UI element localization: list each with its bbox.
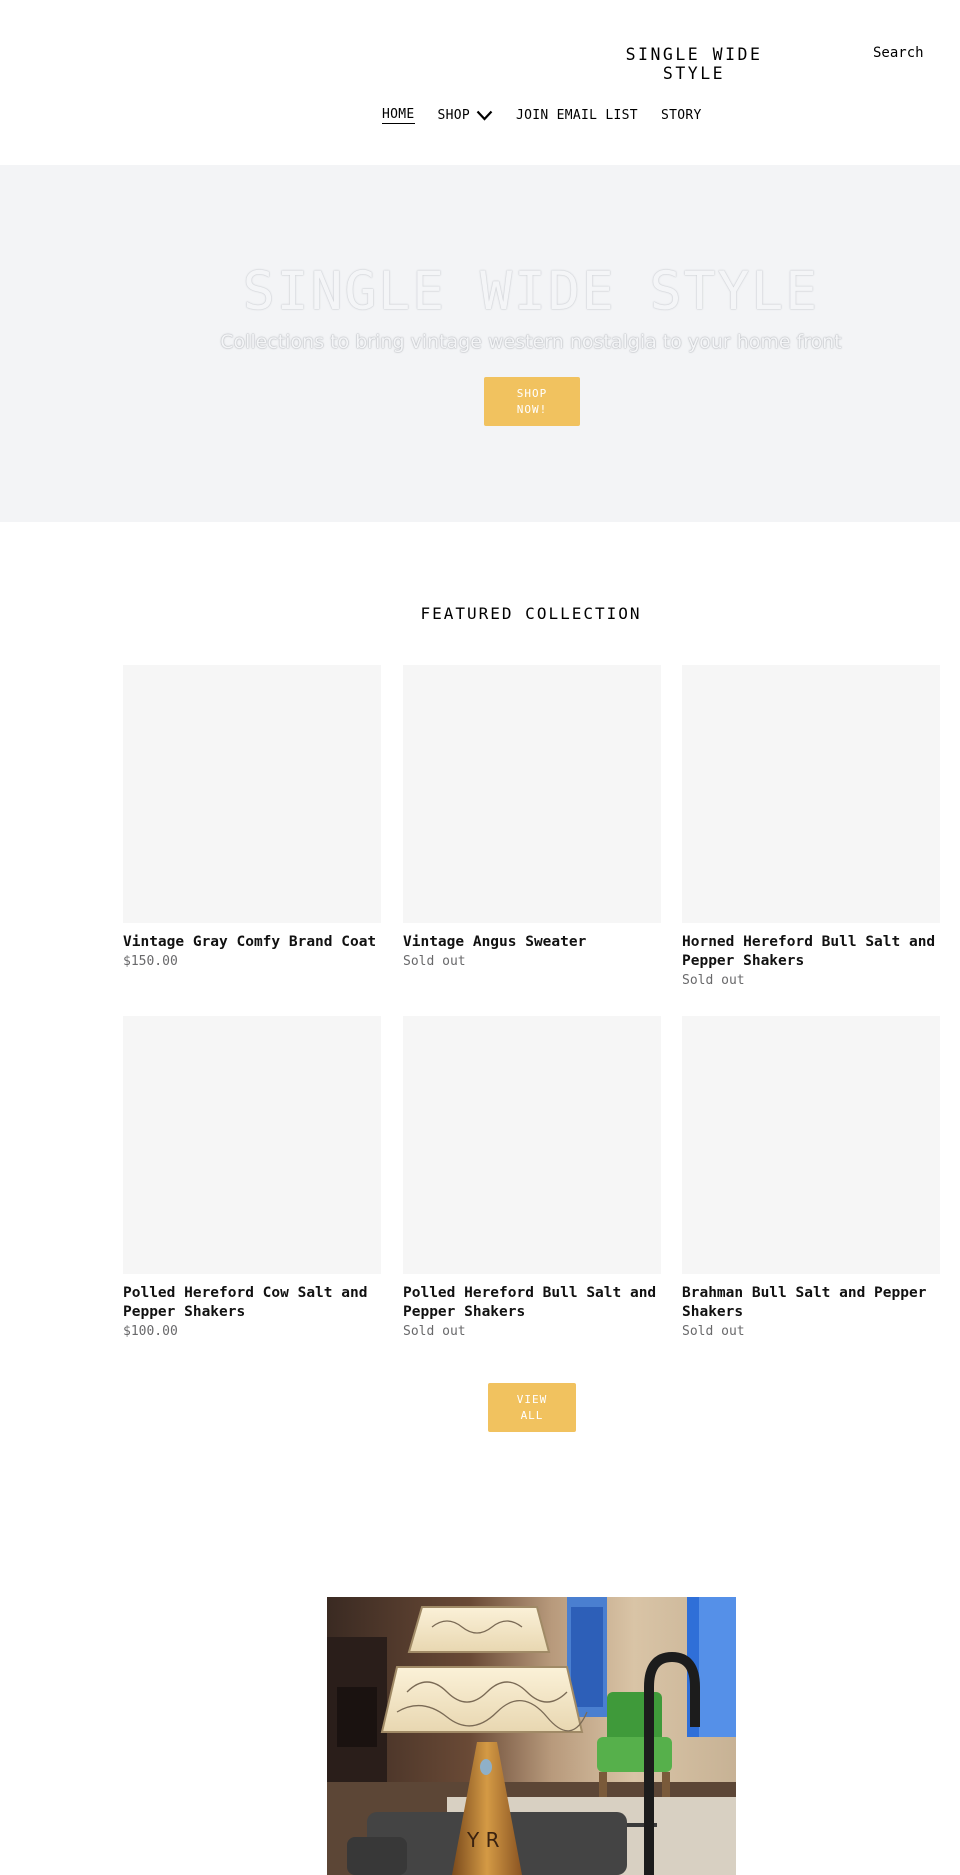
- site-header: SINGLE WIDE STYLE Search HOME SHOP JOIN …: [0, 0, 960, 165]
- lamp-photo-image: Y R: [327, 1597, 736, 1875]
- product-name[interactable]: Polled Hereford Bull Salt and Pepper Sha…: [403, 1284, 661, 1322]
- product-name[interactable]: Brahman Bull Salt and Pepper Shakers: [682, 1284, 940, 1322]
- product-card[interactable]: Vintage Angus Sweater Sold out: [403, 665, 661, 971]
- hero-title: SINGLE WIDE STYLE: [242, 261, 820, 322]
- product-name[interactable]: Vintage Angus Sweater: [403, 933, 661, 952]
- shop-now-button-label: SHOP NOW!: [516, 386, 548, 416]
- nav-item-label: HOME: [382, 107, 415, 124]
- chevron-down-icon: [476, 110, 493, 121]
- nav-item-label: JOIN EMAIL LIST: [516, 108, 638, 123]
- nav-item-label: STORY: [660, 108, 702, 123]
- product-price: $100.00: [123, 1324, 178, 1339]
- featured-photo: Y R: [327, 1597, 736, 1875]
- product-price: Sold out: [403, 1324, 466, 1339]
- main-nav: HOME SHOP JOIN EMAIL LIST STORY: [382, 107, 725, 124]
- product-image[interactable]: [682, 1016, 940, 1274]
- search-link[interactable]: Search: [873, 45, 924, 61]
- product-image[interactable]: [123, 665, 381, 923]
- product-image[interactable]: [123, 1016, 381, 1274]
- product-card[interactable]: Polled Hereford Cow Salt and Pepper Shak…: [123, 1016, 381, 1341]
- site-logo[interactable]: SINGLE WIDE STYLE: [614, 45, 774, 83]
- product-card[interactable]: Polled Hereford Bull Salt and Pepper Sha…: [403, 1016, 661, 1341]
- product-image[interactable]: [403, 1016, 661, 1274]
- product-card[interactable]: Horned Hereford Bull Salt and Pepper Sha…: [682, 665, 940, 990]
- view-all-button[interactable]: VIEW ALL: [488, 1383, 576, 1432]
- hero-subtitle: Collections to bring vintage western nos…: [220, 331, 842, 353]
- product-image[interactable]: [682, 665, 940, 923]
- featured-collection-title: FEATURED COLLECTION: [420, 604, 642, 623]
- product-price: $150.00: [123, 954, 178, 969]
- product-name[interactable]: Vintage Gray Comfy Brand Coat: [123, 933, 381, 952]
- view-all-button-label: VIEW ALL: [516, 1392, 548, 1422]
- product-card[interactable]: Brahman Bull Salt and Pepper Shakers Sol…: [682, 1016, 940, 1341]
- product-price: Sold out: [403, 954, 466, 969]
- nav-item-home[interactable]: HOME: [382, 107, 415, 124]
- nav-item-shop[interactable]: SHOP: [438, 108, 494, 123]
- nav-item-label: SHOP: [437, 108, 471, 123]
- nav-item-join-email-list[interactable]: JOIN EMAIL LIST: [516, 108, 638, 123]
- nav-item-story[interactable]: STORY: [661, 108, 702, 123]
- product-name[interactable]: Polled Hereford Cow Salt and Pepper Shak…: [123, 1284, 381, 1322]
- shop-now-button[interactable]: SHOP NOW!: [484, 377, 580, 426]
- product-card[interactable]: Vintage Gray Comfy Brand Coat $150.00: [123, 665, 381, 971]
- product-image[interactable]: [403, 665, 661, 923]
- product-price: Sold out: [682, 973, 745, 988]
- product-price: Sold out: [682, 1324, 745, 1339]
- product-name[interactable]: Horned Hereford Bull Salt and Pepper Sha…: [682, 933, 940, 971]
- lamp-brand-marks: Y R: [466, 1828, 500, 1852]
